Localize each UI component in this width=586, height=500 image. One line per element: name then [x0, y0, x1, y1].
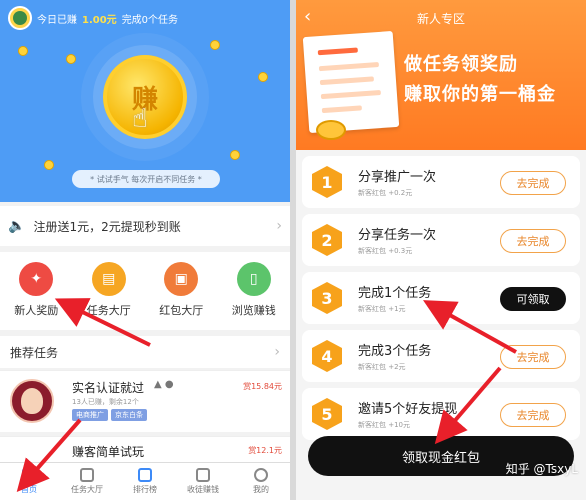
tab-mine[interactable]: 我的 — [232, 463, 290, 500]
step-title: 邀请5个好友提现 — [358, 402, 458, 417]
tab-label: 首页 — [21, 485, 37, 494]
tab-label: 任务大厅 — [71, 485, 103, 494]
step-action-button[interactable]: 去完成 — [500, 171, 566, 195]
quick-label: 任务大厅 — [86, 304, 131, 317]
coin-icon — [18, 46, 28, 56]
hero-panel: 今日已赚 1.00元 完成0个任务 赚 ☝ * 试试手气 每次开启不同任务 * — [0, 0, 290, 202]
coin-icon — [210, 40, 220, 50]
step-card: 1 分享推广一次 新客红包 +0.2元 去完成 — [302, 156, 580, 208]
redpacket-icon: ▣ — [164, 262, 199, 296]
quick-redpacket-hall[interactable]: ▣ 红包大厅 — [148, 262, 214, 318]
banner-headline-2: 赚取你的第一桶金 — [404, 84, 556, 105]
hero-hint: * 试试手气 每次开启不同任务 * — [72, 170, 220, 188]
task-title: 赚客简单试玩 — [72, 445, 145, 459]
step-card: 5 邀请5个好友提现 新客红包 +10元 去完成 — [302, 388, 580, 440]
left-phone: 今日已赚 1.00元 完成0个任务 赚 ☝ * 试试手气 每次开启不同任务 * … — [0, 0, 290, 500]
right-phone: ‹ 新人专区 做任务领奖励 赚取你的第一桶金 1 分享推广一次 新客红包 +0.… — [296, 0, 586, 500]
tab-ranking[interactable]: 排行榜 — [116, 463, 174, 500]
quick-entry-row: ✦ 新人奖励 ▤ 任务大厅 ▣ 红包大厅 ▯ 浏览赚钱 — [0, 252, 290, 330]
quick-label: 红包大厅 — [159, 304, 204, 317]
quick-task-hall[interactable]: ▤ 任务大厅 — [76, 262, 142, 318]
page-title: 新人专区 — [416, 12, 465, 26]
coins-icon — [316, 120, 346, 140]
step-claim-button[interactable]: 可领取 — [500, 287, 566, 311]
task-title: 实名认证就过 — [72, 381, 145, 395]
notice-text: 注册送1元，2元提现秒到账 — [33, 219, 181, 234]
coin-icon — [230, 150, 240, 160]
step-title: 分享推广一次 — [358, 170, 437, 185]
quick-label: 新人奖励 — [14, 304, 59, 317]
step-title: 分享任务一次 — [358, 228, 437, 243]
step-action-button[interactable]: 去完成 — [500, 345, 566, 369]
step-title: 完成1个任务 — [358, 286, 432, 301]
list-icon — [80, 468, 94, 482]
step-card: 2 分享任务一次 新客红包 +0.3元 去完成 — [302, 214, 580, 266]
phone-icon: ▯ — [236, 262, 271, 296]
coin-icon — [258, 72, 268, 82]
task-sub: 13人已赚，剩余12个 — [72, 398, 139, 406]
user-avatar[interactable] — [8, 6, 32, 30]
task-tags: 电商推广 京东白条 — [72, 409, 147, 421]
step-number: 2 — [312, 224, 342, 256]
recommend-title: 推荐任务 — [10, 345, 59, 360]
step-card: 4 完成3个任务 新客红包 +2元 去完成 — [302, 330, 580, 382]
status-line: 今日已赚 1.00元 完成0个任务 — [8, 6, 178, 30]
user-icon — [254, 468, 268, 482]
chevron-right-icon: › — [274, 344, 280, 360]
notice-bar[interactable]: 🔈 注册送1元，2元提现秒到账 › — [0, 206, 290, 246]
step-sub: 新客红包 +0.2元 — [358, 189, 413, 197]
step-number: 1 — [312, 166, 342, 198]
wallet-icon — [196, 468, 210, 482]
step-sub: 新客红包 +2元 — [358, 363, 406, 371]
tab-label: 我的 — [253, 485, 269, 494]
newbie-banner: ‹ 新人专区 做任务领奖励 赚取你的第一桶金 — [296, 0, 586, 150]
step-card: 3 完成1个任务 新客红包 +1元 可领取 — [302, 272, 580, 324]
earned-prefix: 今日已赚 — [37, 14, 77, 26]
tab-task-hall[interactable]: 任务大厅 — [58, 463, 116, 500]
quick-newbie-reward[interactable]: ✦ 新人奖励 — [3, 262, 69, 318]
android-apple-icon: ▲ ● — [154, 379, 174, 390]
chevron-right-icon: › — [276, 218, 282, 234]
step-sub: 新客红包 +1元 — [358, 305, 406, 313]
bottom-tab-bar: 首页 任务大厅 排行榜 收徒赚钱 我的 — [0, 462, 290, 500]
step-number: 3 — [312, 282, 342, 314]
task-avatar — [10, 379, 54, 423]
document-illustration — [302, 30, 400, 134]
quick-label: 浏览赚钱 — [231, 304, 276, 317]
bar-chart-icon — [138, 468, 152, 482]
step-number: 5 — [312, 398, 342, 430]
home-icon — [22, 468, 36, 482]
step-sub: 新客红包 +10元 — [358, 421, 410, 429]
watermark: 知乎 @TsxyL — [505, 462, 578, 476]
step-action-button[interactable]: 去完成 — [500, 403, 566, 427]
task-item[interactable]: 实名认证就过 ▲ ● 赏15.84元 13人已赚，剩余12个 电商推广 京东白条 — [0, 370, 290, 432]
earned-amount: 1.00元 — [82, 14, 117, 26]
step-list: 1 分享推广一次 新客红包 +0.2元 去完成 2 分享任务一次 新客红包 +0… — [302, 156, 580, 446]
task-tag: 电商推广 — [72, 409, 108, 421]
step-title: 完成3个任务 — [358, 344, 432, 359]
coin-icon — [44, 160, 54, 170]
quick-browse-earn[interactable]: ▯ 浏览赚钱 — [221, 262, 287, 318]
tab-home[interactable]: 首页 — [0, 463, 58, 500]
step-action-button[interactable]: 去完成 — [500, 229, 566, 253]
task-reward: 赏12.1元 — [248, 446, 282, 455]
clipboard-icon: ▤ — [91, 262, 126, 296]
coin-icon — [66, 54, 76, 64]
step-sub: 新客红包 +0.3元 — [358, 247, 413, 255]
task-item[interactable]: 赚客简单试玩 赏12.1元 — [0, 436, 290, 462]
completed-text: 完成0个任务 — [121, 14, 179, 26]
gift-icon: ✦ — [19, 262, 54, 296]
tab-label: 收徒赚钱 — [187, 485, 219, 494]
banner-headline-1: 做任务领奖励 — [404, 54, 518, 75]
task-reward: 赏15.84元 — [243, 382, 282, 391]
tab-label: 排行榜 — [133, 485, 157, 494]
tab-recruit[interactable]: 收徒赚钱 — [174, 463, 232, 500]
recommend-header[interactable]: 推荐任务 › — [0, 336, 290, 368]
speaker-icon: 🔈 — [8, 218, 26, 234]
hand-pointer-icon: ☝ — [132, 104, 148, 134]
task-tag: 京东白条 — [111, 409, 147, 421]
step-number: 4 — [312, 340, 342, 372]
